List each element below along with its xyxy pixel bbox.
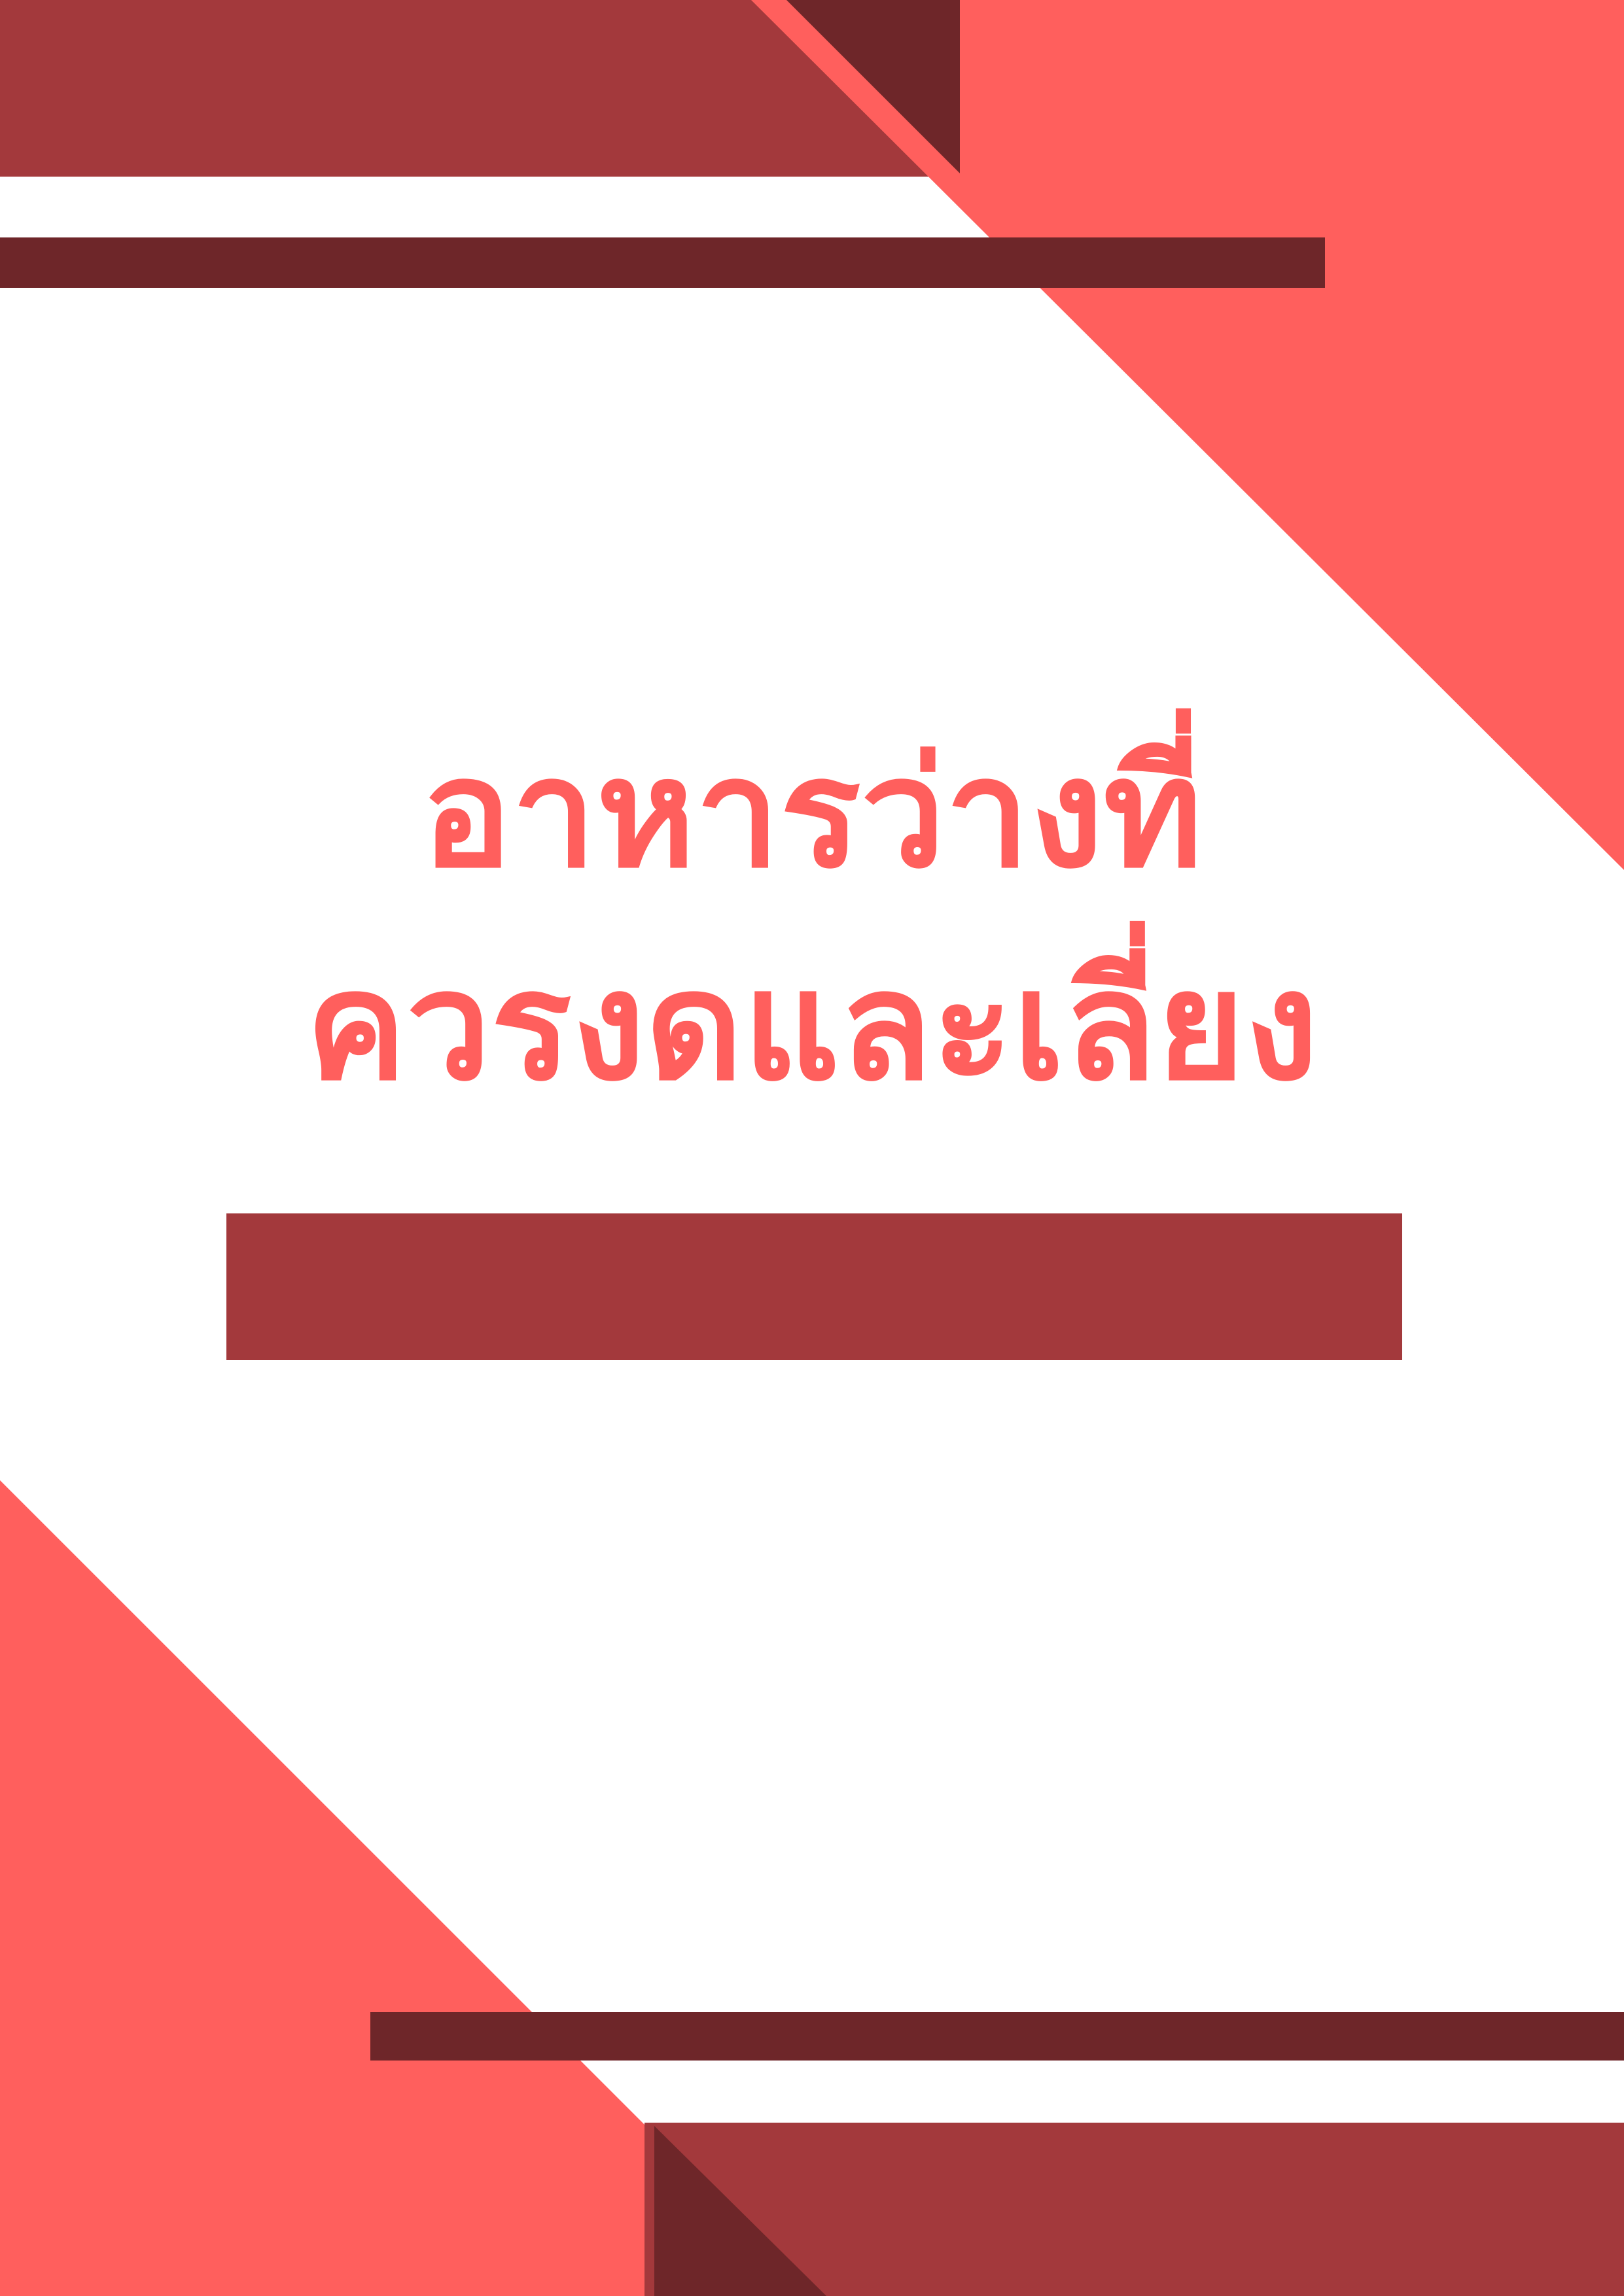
- title-banner-block: [226, 1213, 1402, 1360]
- title-line-1: อาหารว่างที่: [421, 727, 1203, 901]
- title-line-2: ควรงดและเลี่ยง: [306, 939, 1318, 1114]
- top-dark-bar: [0, 237, 1325, 288]
- decorative-background: [0, 0, 1624, 2296]
- bottom-dark-bar: [370, 2012, 1624, 2061]
